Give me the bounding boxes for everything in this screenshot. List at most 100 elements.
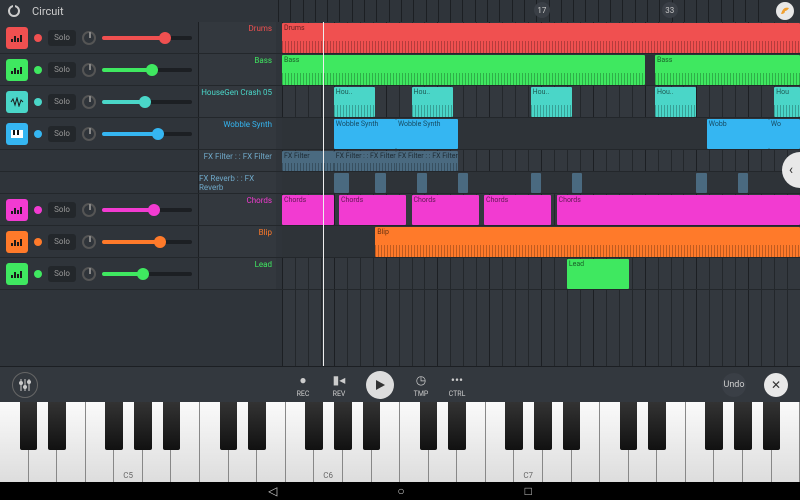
track-type-icon[interactable] [6, 59, 28, 81]
clip[interactable]: Wobble Synth [334, 119, 396, 149]
black-key[interactable] [734, 402, 752, 450]
clip[interactable]: Chords [282, 195, 334, 225]
track-enable-dot[interactable] [34, 66, 42, 74]
black-key[interactable] [534, 402, 552, 450]
clip[interactable]: Drums [282, 23, 800, 53]
timeline[interactable]: ‹ DrumsBassBassHou..Hou..Hou..Hou..HouWo… [282, 22, 800, 366]
volume-slider[interactable] [102, 240, 192, 244]
track-enable-dot[interactable] [34, 130, 42, 138]
black-key[interactable] [363, 402, 381, 450]
ruler-marker[interactable]: 17 [534, 2, 550, 18]
home-icon[interactable]: ○ [397, 484, 404, 498]
track-type-icon[interactable] [6, 231, 28, 253]
clip[interactable]: Lead [567, 259, 629, 289]
track-name-cell[interactable]: Lead [198, 258, 276, 289]
pan-knob[interactable] [82, 235, 96, 249]
track-row[interactable]: Solo HouseGen Crash 05 [0, 86, 282, 118]
track-row[interactable]: Solo Drums [0, 22, 282, 54]
black-key[interactable] [248, 402, 266, 450]
timeline-lane[interactable] [282, 172, 800, 194]
track-type-icon[interactable] [6, 27, 28, 49]
volume-slider[interactable] [102, 132, 192, 136]
black-key[interactable] [334, 402, 352, 450]
clip[interactable] [531, 173, 541, 193]
timeline-ruler[interactable]: 1733 [278, 0, 770, 22]
clip[interactable]: Chords [412, 195, 479, 225]
clip[interactable]: Blip [375, 227, 800, 257]
clip[interactable]: FX Filter : : FX Filter [396, 151, 458, 171]
clip[interactable]: Hou.. [412, 87, 453, 117]
pan-knob[interactable] [82, 127, 96, 141]
clip[interactable]: FX Filter [282, 151, 334, 171]
undo-button[interactable]: Undo [722, 373, 746, 397]
black-key[interactable] [505, 402, 523, 450]
black-key[interactable] [134, 402, 152, 450]
pan-knob[interactable] [82, 267, 96, 281]
black-key[interactable] [220, 402, 238, 450]
solo-button[interactable]: Solo [48, 266, 76, 282]
recents-icon[interactable]: □ [525, 484, 532, 498]
piano-keyboard[interactable]: C5C6C7 [0, 402, 800, 482]
record-button[interactable]: ●REC [294, 371, 312, 398]
black-key[interactable] [648, 402, 666, 450]
track-row[interactable]: FX Filter : : FX Filter [0, 150, 282, 172]
track-row[interactable]: Solo Lead [0, 258, 282, 290]
black-key[interactable] [305, 402, 323, 450]
clip[interactable]: Chords [557, 195, 800, 225]
track-enable-dot[interactable] [34, 34, 42, 42]
track-enable-dot[interactable] [34, 238, 42, 246]
pan-knob[interactable] [82, 95, 96, 109]
close-button[interactable]: ✕ [764, 373, 788, 397]
tempo-button[interactable]: ◷TMP [412, 371, 430, 398]
clip[interactable]: Hou.. [531, 87, 572, 117]
track-row[interactable]: FX Reverb : : FX Reverb [0, 172, 282, 194]
clip[interactable]: Wobble Synth [396, 119, 458, 149]
track-enable-dot[interactable] [34, 270, 42, 278]
solo-button[interactable]: Solo [48, 30, 76, 46]
track-row[interactable]: SoloBlip [0, 226, 282, 258]
clip[interactable] [696, 173, 706, 193]
track-row[interactable]: SoloWobble Synth [0, 118, 282, 150]
back-icon[interactable]: ◁ [268, 484, 277, 498]
track-row[interactable]: SoloBass [0, 54, 282, 86]
play-button[interactable] [366, 371, 394, 399]
clip[interactable]: Bass [655, 55, 800, 85]
clip[interactable]: Hou [774, 87, 800, 117]
track-name-cell[interactable]: Drums [198, 22, 276, 53]
track-name-cell[interactable]: FX Filter : : FX Filter [198, 150, 276, 171]
timeline-lane[interactable] [282, 258, 800, 290]
clip[interactable] [572, 173, 582, 193]
solo-button[interactable]: Solo [48, 234, 76, 250]
track-name-cell[interactable]: Chords [198, 194, 276, 225]
clip[interactable]: Chords [484, 195, 551, 225]
fl-logo-icon[interactable] [770, 0, 800, 22]
track-type-icon[interactable] [6, 263, 28, 285]
clip[interactable]: Wobb [707, 119, 769, 149]
clip[interactable]: Hou.. [334, 87, 375, 117]
volume-slider[interactable] [102, 100, 192, 104]
track-row[interactable]: SoloChords [0, 194, 282, 226]
track-type-icon[interactable] [6, 91, 28, 113]
ctrl-button[interactable]: •••CTRL [448, 371, 466, 398]
playhead[interactable] [323, 22, 324, 366]
volume-slider[interactable] [102, 36, 192, 40]
clip[interactable]: Chords [339, 195, 406, 225]
track-type-icon[interactable] [6, 199, 28, 221]
black-key[interactable] [20, 402, 38, 450]
volume-slider[interactable] [102, 272, 192, 276]
clip[interactable] [334, 173, 350, 193]
app-logo-icon[interactable] [0, 0, 28, 22]
track-name-cell[interactable]: Bass [198, 54, 276, 85]
clip[interactable]: Bass [282, 55, 645, 85]
rewind-button[interactable]: ▮◂REV [330, 371, 348, 398]
black-key[interactable] [420, 402, 438, 450]
track-name-cell[interactable]: Wobble Synth [198, 118, 276, 149]
black-key[interactable] [620, 402, 638, 450]
track-name-cell[interactable]: HouseGen Crash 05 [198, 86, 276, 117]
ruler-marker[interactable]: 33 [662, 2, 678, 18]
volume-slider[interactable] [102, 68, 192, 72]
clip[interactable] [375, 173, 385, 193]
black-key[interactable] [448, 402, 466, 450]
volume-slider[interactable] [102, 208, 192, 212]
solo-button[interactable]: Solo [48, 94, 76, 110]
